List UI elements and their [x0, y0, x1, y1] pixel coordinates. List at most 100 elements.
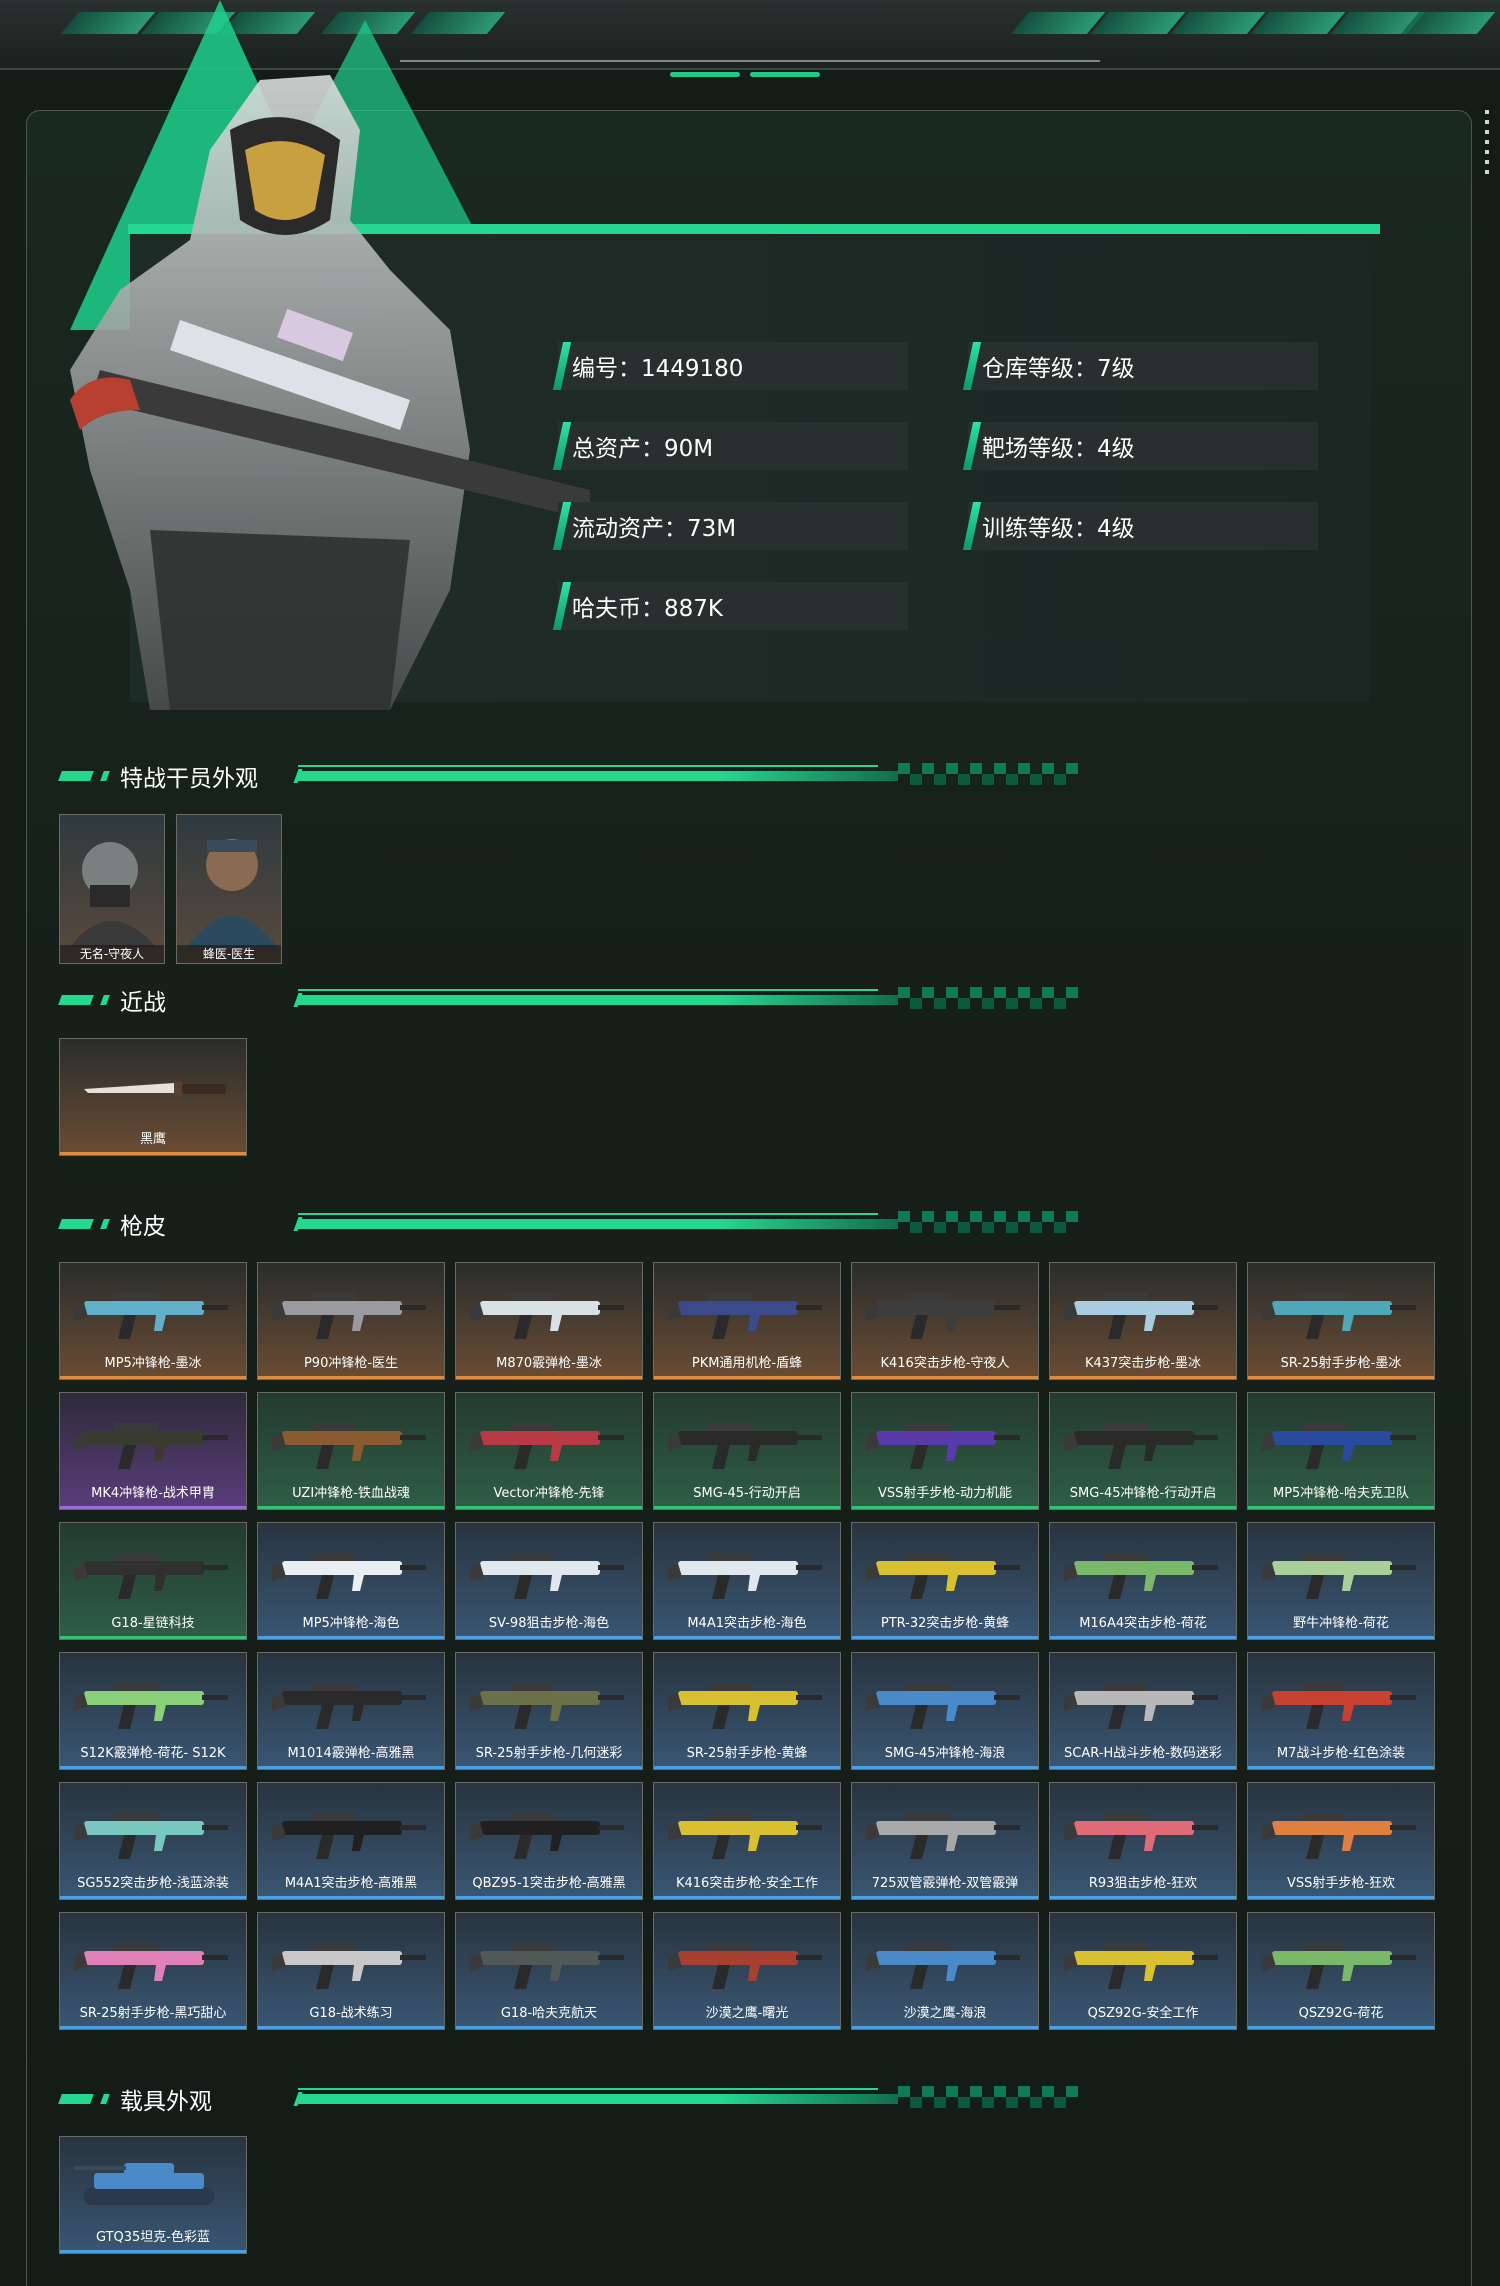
weapon-skin-card[interactable]: UZI冲锋枪-铁血战魂: [257, 1392, 445, 1510]
weapon-skin-card[interactable]: MK4冲锋枪-战术甲胄: [59, 1392, 247, 1510]
operator-card[interactable]: 无名-守夜人: [59, 814, 165, 964]
weapon-skin-card[interactable]: G18-战术练习: [257, 1912, 445, 2030]
section-title: 枪皮: [120, 1214, 166, 1240]
weapon-icon: [1064, 1423, 1218, 1469]
weapon-skin-card[interactable]: SR-25射手步枪-黄蜂: [653, 1652, 841, 1770]
weapon-icon: [866, 1943, 1020, 1989]
weapon-icon: [668, 1943, 822, 1989]
weapon-skin-card[interactable]: M870霰弹枪-墨冰: [455, 1262, 643, 1380]
weapon-skin-card[interactable]: SV-98狙击步枪-海色: [455, 1522, 643, 1640]
weapon-skin-card[interactable]: K416突击步枪-安全工作: [653, 1782, 841, 1900]
header-stripe: [1250, 12, 1346, 34]
weapon-icon: [1064, 1683, 1218, 1729]
weapon-skin-card[interactable]: PTR-32突击步枪-黄蜂: [851, 1522, 1039, 1640]
item-name: MP5冲锋枪-墨冰: [104, 1356, 202, 1371]
item-name: QSZ92G-安全工作: [1087, 2006, 1199, 2021]
weapon-skin-card[interactable]: SMG-45-行动开启: [653, 1392, 841, 1510]
weapon-skin-card[interactable]: PKM通用机枪-盾蜂: [653, 1262, 841, 1380]
weapon-skin-card[interactable]: S12K霰弹枪-荷花- S12K: [59, 1652, 247, 1770]
item-name: SMG-45-行动开启: [693, 1486, 801, 1501]
weapon-skin-card[interactable]: P90冲锋枪-医生: [257, 1262, 445, 1380]
weapon-icon: [1262, 1553, 1416, 1599]
rarity-bar: [1050, 1766, 1236, 1769]
item-name: SR-25射手步枪-黄蜂: [686, 1746, 808, 1761]
header-deco-seg: [750, 72, 820, 77]
weapon-skin-card[interactable]: MP5冲锋枪-哈夫克卫队: [1247, 1392, 1435, 1510]
weapon-skin-card[interactable]: M4A1突击步枪-高雅黑: [257, 1782, 445, 1900]
weapon-skin-card[interactable]: SMG-45冲锋枪-海浪: [851, 1652, 1039, 1770]
weapon-skin-card[interactable]: QSZ92G-安全工作: [1049, 1912, 1237, 2030]
rarity-bar: [654, 2026, 840, 2029]
item-name: K416突击步枪-安全工作: [675, 1876, 819, 1891]
stat-range-level: 靶场等级：4级: [968, 422, 1318, 470]
weapon-skin-card[interactable]: R93狙击步枪-狂欢: [1049, 1782, 1237, 1900]
weapon-skin-card[interactable]: SCAR-H战斗步枪-数码迷彩: [1049, 1652, 1237, 1770]
weapon-skin-card[interactable]: QBZ95-1突击步枪-高雅黑: [455, 1782, 643, 1900]
weapon-icon: [668, 1683, 822, 1729]
weapon-skin-card[interactable]: VSS射手步枪-狂欢: [1247, 1782, 1435, 1900]
weapon-skin-card[interactable]: SMG-45冲锋枪-行动开启: [1049, 1392, 1237, 1510]
section-header-operators: 特战干员外观: [58, 757, 1078, 797]
rarity-bar: [1050, 1376, 1236, 1379]
rarity-bar: [60, 1766, 246, 1769]
item-name: VSS射手步枪-狂欢: [1286, 1876, 1396, 1891]
weapon-skin-card[interactable]: G18-哈夫克航天: [455, 1912, 643, 2030]
item-name: SG552突击步枪-浅蓝涂装: [77, 1876, 229, 1891]
rarity-bar: [1050, 2026, 1236, 2029]
rarity-bar: [1248, 1896, 1434, 1899]
weapon-icon: [74, 1683, 228, 1729]
operator-card[interactable]: 蜂医-医生: [176, 814, 282, 964]
section-title: 载具外观: [120, 2089, 212, 2115]
weapon-skin-card[interactable]: M1014霰弹枪-高雅黑: [257, 1652, 445, 1770]
weapon-skin-card[interactable]: G18-星链科技: [59, 1522, 247, 1640]
weapon-skin-card[interactable]: SR-25射手步枪-黑巧甜心: [59, 1912, 247, 2030]
weapon-icon: [272, 1943, 426, 1989]
operator-name: 无名-守夜人: [60, 945, 164, 963]
weapon-skin-card[interactable]: 沙漠之鹰-海浪: [851, 1912, 1039, 2030]
weapon-skin-card[interactable]: SR-25射手步枪-几何迷彩: [455, 1652, 643, 1770]
stat-id: 编号：1449180: [558, 342, 908, 390]
weapon-skin-card[interactable]: M7战斗步枪-红色涂装: [1247, 1652, 1435, 1770]
weapon-skin-card[interactable]: SR-25射手步枪-墨冰: [1247, 1262, 1435, 1380]
weapon-skin-card[interactable]: 沙漠之鹰-曙光: [653, 1912, 841, 2030]
header-deco-line: [400, 60, 1100, 77]
weapon-skin-card[interactable]: 725双管霰弹枪-双管霰弹: [851, 1782, 1039, 1900]
weapon-icon: [470, 1943, 624, 1989]
rarity-bar: [60, 1636, 246, 1639]
rarity-bar: [1050, 1896, 1236, 1899]
melee-card[interactable]: 黑鹰: [59, 1038, 247, 1156]
weapon-skin-card[interactable]: MP5冲锋枪-墨冰: [59, 1262, 247, 1380]
weapon-icon: [470, 1293, 624, 1339]
weapon-skin-card[interactable]: SG552突击步枪-浅蓝涂装: [59, 1782, 247, 1900]
item-name: SR-25射手步枪-黑巧甜心: [79, 2006, 227, 2021]
weapon-skin-card[interactable]: MP5冲锋枪-海色: [257, 1522, 445, 1640]
rarity-bar: [60, 1506, 246, 1509]
operator-face-icon: [70, 842, 156, 947]
weapon-skin-card[interactable]: Vector冲锋枪-先锋: [455, 1392, 643, 1510]
rarity-bar: [60, 1376, 246, 1379]
weapon-icon: [1064, 1813, 1218, 1859]
item-name: M4A1突击步枪-海色: [687, 1616, 807, 1631]
item-name: SR-25射手步枪-墨冰: [1280, 1356, 1402, 1371]
item-name: M870霰弹枪-墨冰: [496, 1356, 602, 1371]
scroll-indicator[interactable]: [1482, 110, 1492, 180]
weapon-skin-card[interactable]: K416突击步枪-守夜人: [851, 1262, 1039, 1380]
weapon-skin-card[interactable]: M4A1突击步枪-海色: [653, 1522, 841, 1640]
weapon-skin-card[interactable]: QSZ92G-荷花: [1247, 1912, 1435, 2030]
item-name: QBZ95-1突击步枪-高雅黑: [472, 1876, 626, 1891]
vehicle-skin-card[interactable]: GTQ35坦克-色彩蓝: [59, 2136, 247, 2254]
weapon-skin-card[interactable]: 野牛冲锋枪-荷花: [1247, 1522, 1435, 1640]
stat-liquid-assets: 流动资产：73M: [558, 502, 908, 550]
item-name: PTR-32突击步枪-黄蜂: [880, 1616, 1010, 1631]
weapon-icon: [1262, 1813, 1416, 1859]
operator-face-icon: [187, 839, 277, 947]
weapon-skin-card[interactable]: VSS射手步枪-动力机能: [851, 1392, 1039, 1510]
weapon-icon: [74, 1553, 228, 1599]
weapon-skin-card[interactable]: K437突击步枪-墨冰: [1049, 1262, 1237, 1380]
weapon-icon: [668, 1293, 822, 1339]
operator-portrait: [70, 75, 590, 710]
header-stripe: [1170, 12, 1266, 34]
weapon-skin-card[interactable]: M16A4突击步枪-荷花: [1049, 1522, 1237, 1640]
item-name: 沙漠之鹰-海浪: [903, 2006, 987, 2021]
weapon-icon: [866, 1423, 1020, 1469]
